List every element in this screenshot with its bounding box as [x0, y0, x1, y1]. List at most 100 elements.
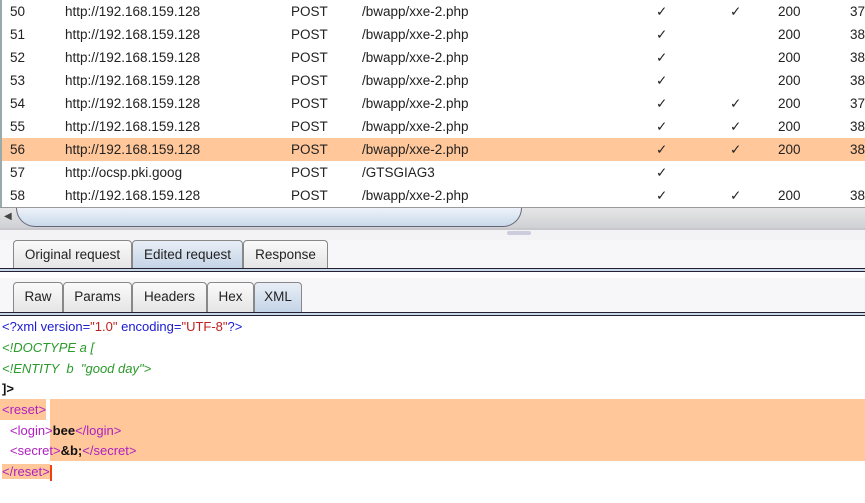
cell-method: POST: [291, 142, 328, 157]
cell-host: http://192.168.159.128: [65, 188, 201, 203]
cell-length: 38: [850, 119, 865, 134]
splitter[interactable]: [0, 228, 865, 240]
cell-url: /bwapp/xxe-2.php: [362, 96, 469, 111]
cell-params: ✓: [656, 188, 668, 203]
cell-params: ✓: [656, 73, 668, 88]
cell-params: ✓: [656, 119, 668, 134]
cell-params: ✓: [656, 50, 668, 65]
tab-response[interactable]: Response: [243, 240, 328, 269]
request-tabs: Original request Edited request Response: [0, 240, 865, 272]
cell-method: POST: [291, 165, 328, 180]
cell-edited: ✓: [730, 4, 742, 19]
cell-num: 55: [10, 119, 26, 134]
cell-host: http://192.168.159.128: [65, 50, 201, 65]
splitter-grip[interactable]: [507, 231, 531, 235]
cell-num: 56: [10, 142, 26, 157]
table-row[interactable]: 57 http://ocsp.pki.goog POST/GTSGIAG3 ✓: [2, 161, 865, 184]
cell-num: 50: [10, 4, 26, 19]
cell-status: 200: [778, 73, 801, 88]
secret-line: <secret>&b;</secret>: [10, 443, 137, 458]
cell-status: 200: [778, 4, 801, 19]
cell-url: /bwapp/xxe-2.php: [362, 142, 469, 157]
cell-length: 37: [850, 4, 865, 19]
cell-status: 200: [778, 142, 801, 157]
login-line: <login>bee</login>: [10, 423, 122, 438]
horizontal-scrollbar[interactable]: ◀: [0, 207, 865, 228]
cell-status: 200: [778, 96, 801, 111]
cell-length: 38: [850, 73, 865, 88]
cell-method: POST: [291, 73, 328, 88]
cell-num: 51: [10, 27, 26, 42]
cell-url: /bwapp/xxe-2.php: [362, 119, 469, 134]
cell-num: 52: [10, 50, 26, 65]
table-row[interactable]: 53 http://192.168.159.128 POST/bwapp/xxe-2…: [2, 69, 865, 92]
cell-host: http://192.168.159.128: [65, 27, 201, 42]
cell-status: 200: [778, 50, 801, 65]
cell-status: 200: [778, 27, 801, 42]
cell-length: 37: [850, 96, 865, 111]
cell-url: /bwapp/xxe-2.php: [362, 27, 469, 42]
xml-editor[interactable]: <?xml version="1.0" encoding="UTF-8"?> <…: [0, 316, 865, 503]
selection-highlight: [50, 399, 865, 461]
xml-declaration-line: <?xml version="1.0" encoding="UTF-8"?>: [2, 319, 243, 334]
cell-url: /bwapp/xxe-2.php: [362, 188, 469, 203]
cell-method: POST: [291, 96, 328, 111]
view-tabs: Raw Params Headers Hex XML: [0, 278, 865, 316]
cell-params: ✓: [656, 142, 668, 157]
cell-params: ✓: [656, 165, 668, 180]
history-table: 50 http://192.168.159.128 POST/bwapp/xxe-2…: [0, 0, 865, 207]
cell-host: http://192.168.159.128: [65, 96, 201, 111]
cell-method: POST: [291, 188, 328, 203]
scroll-left-arrow-icon[interactable]: ◀: [4, 211, 12, 222]
text-caret: [49, 464, 52, 481]
cell-url: /bwapp/xxe-2.php: [362, 4, 469, 19]
table-row[interactable]: 58 http://192.168.159.128 POST/bwapp/xxe-2…: [2, 184, 865, 207]
table-row[interactable]: 52 http://192.168.159.128 POST/bwapp/xxe-2…: [2, 46, 865, 69]
reset-open-line: <reset>: [0, 399, 47, 420]
cell-params: ✓: [656, 96, 668, 111]
table-row[interactable]: 55 http://192.168.159.128 POST/bwapp/xxe-2…: [2, 115, 865, 138]
entity-line: <!ENTITY b "good day">: [2, 361, 152, 376]
table-row[interactable]: 56 http://192.168.159.128 POST/bwapp/xxe-2…: [2, 138, 865, 161]
cell-length: 38: [850, 50, 865, 65]
cell-edited: ✓: [730, 119, 742, 134]
cell-url: /GTSGIAG3: [362, 165, 435, 180]
tab-edited-request[interactable]: Edited request: [132, 240, 243, 269]
reset-close-line: </reset>: [2, 464, 52, 481]
cell-edited: ✓: [730, 188, 742, 203]
cell-method: POST: [291, 4, 328, 19]
table-row[interactable]: 50 http://192.168.159.128 POST/bwapp/xxe-2…: [2, 0, 865, 23]
scrollbar-thumb[interactable]: [16, 208, 522, 227]
tab-hex[interactable]: Hex: [207, 282, 254, 313]
table-row[interactable]: 51 http://192.168.159.128 POST/bwapp/xxe-2…: [2, 23, 865, 46]
cell-host: http://192.168.159.128: [65, 4, 201, 19]
cell-method: POST: [291, 50, 328, 65]
cell-edited: ✓: [730, 142, 742, 157]
tab-xml[interactable]: XML: [254, 282, 302, 313]
cell-url: /bwapp/xxe-2.php: [362, 73, 469, 88]
tab-headers[interactable]: Headers: [132, 282, 207, 313]
cell-status: 200: [778, 188, 801, 203]
cell-host: http://192.168.159.128: [65, 119, 201, 134]
tab-params[interactable]: Params: [63, 282, 132, 313]
cell-host: http://192.168.159.128: [65, 73, 201, 88]
cell-host: http://192.168.159.128: [65, 142, 201, 157]
cell-num: 58: [10, 188, 26, 203]
cell-host: http://ocsp.pki.goog: [65, 165, 183, 180]
cell-method: POST: [291, 119, 328, 134]
cell-num: 54: [10, 96, 26, 111]
cell-length: 38: [850, 142, 865, 157]
cell-method: POST: [291, 27, 328, 42]
doctype-line: <!DOCTYPE a [: [2, 340, 95, 355]
table-row[interactable]: 54 http://192.168.159.128 POST/bwapp/xxe-2…: [2, 92, 865, 115]
cell-num: 53: [10, 73, 26, 88]
doctype-close-line: ]>: [2, 381, 14, 396]
cell-length: 38: [850, 188, 865, 203]
cell-params: ✓: [656, 27, 668, 42]
tab-original-request[interactable]: Original request: [13, 240, 132, 269]
cell-length: 38: [850, 27, 865, 42]
cell-edited: ✓: [730, 96, 742, 111]
tab-raw[interactable]: Raw: [13, 282, 63, 313]
cell-url: /bwapp/xxe-2.php: [362, 50, 469, 65]
cell-status: 200: [778, 119, 801, 134]
